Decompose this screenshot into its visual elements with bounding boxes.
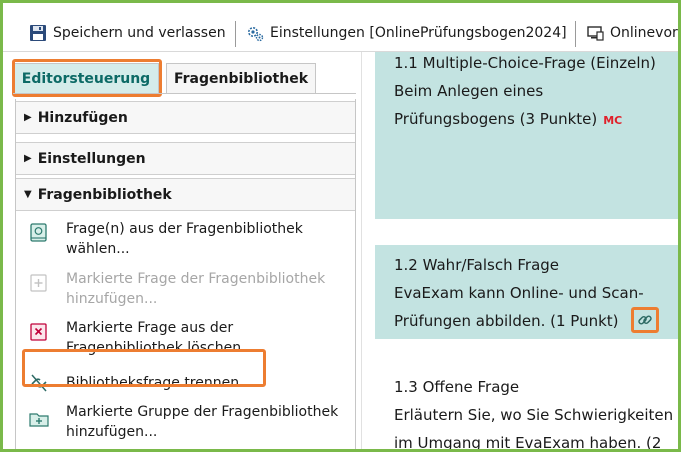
save-and-exit-button[interactable]: Speichern und verlassen	[29, 21, 226, 45]
question-title: 1.1 Multiple-Choice-Frage (Einzeln)	[394, 54, 656, 72]
tab-divider	[13, 93, 356, 94]
triangle-right-icon: ▶	[24, 153, 32, 164]
menu-item-add-marked-group[interactable]: Markierte Gruppe der Fragenbibliothek hi…	[16, 402, 355, 448]
accordion-library[interactable]: ▼ Fragenbibliothek	[16, 178, 355, 211]
delete-from-library-icon	[30, 323, 47, 341]
save-and-exit-label: Speichern und verlassen	[53, 25, 226, 41]
toolbar: Speichern und verlassen Einstellungen [O…	[3, 3, 678, 52]
mc-badge: MC	[603, 114, 623, 127]
question-text: Erläutern Sie, wo Sie Schwierigkeiten	[394, 406, 674, 424]
tab-highlight-frame	[12, 59, 162, 97]
menu-item-text: Markierte Frage aus der	[66, 320, 234, 336]
question-text-line: Prüfungsbogens (3 Punkte) MC	[394, 105, 622, 135]
settings-button[interactable]: Einstellungen [OnlinePrüfungsbogen2024]	[246, 21, 567, 45]
triangle-down-icon: ▼	[24, 189, 32, 200]
question-text: Beim Anlegen eines	[394, 82, 544, 100]
toolbar-separator	[235, 21, 236, 47]
unlink-highlight-frame	[22, 349, 266, 387]
panel-splitter[interactable]	[361, 52, 369, 449]
accordion-settings-label: Einstellungen	[37, 150, 146, 167]
menu-item-text: hinzufügen...	[66, 291, 158, 307]
accordion-library-label: Fragenbibliothek	[37, 186, 172, 203]
toolbar-separator	[575, 21, 576, 47]
menu-item-text: wählen...	[66, 241, 130, 257]
online-preview-label: Onlinevors	[610, 25, 678, 41]
library-book-icon	[30, 223, 47, 242]
menu-item-add-marked-question: Markierte Frage der Fragenbibliothek hin…	[16, 269, 355, 309]
triangle-right-icon: ▶	[24, 112, 32, 123]
menu-item-text: Frage(n) aus der Fragenbibliothek	[66, 221, 303, 237]
accordion-add-label: Hinzufügen	[37, 109, 128, 126]
question-text: EvaExam kann Online- und Scan-	[394, 284, 644, 302]
question-title: 1.3 Offene Frage	[394, 378, 520, 396]
accordion-settings[interactable]: ▶ Einstellungen	[16, 142, 355, 175]
editor-sidebar: Editorsteuerung Fragenbibliothek ▶ Hinzu…	[3, 52, 361, 449]
tab-fragenbibliothek-label: Fragenbibliothek	[173, 70, 309, 87]
floppy-disk-icon	[30, 25, 46, 41]
monitor-icon	[587, 26, 604, 41]
question-text: Prüfungen abbilden. (1 Punkt)	[394, 312, 619, 330]
menu-item-text: Markierte Gruppe der Fragenbibliothek	[66, 404, 339, 420]
chain-link-icon	[638, 315, 652, 325]
menu-item-text: Markierte Frage der Fragenbibliothek	[66, 271, 326, 287]
question-block-2[interactable]: 1.2 Wahr/Falsch Frage EvaExam kann Onlin…	[375, 245, 678, 339]
tab-fragenbibliothek[interactable]: Fragenbibliothek	[166, 63, 316, 93]
question-block-3[interactable]: 1.3 Offene Frage Erläutern Sie, wo Sie S…	[375, 370, 678, 449]
question-text: im Umgang mit EvaExam haben. (2	[394, 434, 662, 449]
gears-icon	[248, 27, 264, 42]
question-block-1[interactable]: 1.1 Multiple-Choice-Frage (Einzeln) Beim…	[375, 52, 678, 219]
online-preview-button[interactable]: Onlinevors	[586, 21, 678, 45]
library-link-indicator[interactable]	[631, 307, 659, 333]
add-group-icon	[29, 413, 49, 427]
question-text: Prüfungsbogens (3 Punkte)	[394, 110, 598, 128]
settings-label: Einstellungen [OnlinePrüfungsbogen2024]	[270, 25, 567, 41]
question-preview: 1.1 Multiple-Choice-Frage (Einzeln) Beim…	[369, 52, 678, 449]
menu-item-choose-from-library[interactable]: Frage(n) aus der Fragenbibliothek wählen…	[16, 219, 355, 259]
app-window: Speichern und verlassen Einstellungen [O…	[3, 3, 678, 449]
menu-item-text: hinzufügen...	[66, 424, 158, 440]
question-title: 1.2 Wahr/Falsch Frage	[394, 256, 560, 274]
accordion-add[interactable]: ▶ Hinzufügen	[16, 101, 355, 134]
add-to-library-icon	[30, 274, 47, 292]
accordion: ▶ Hinzufügen ▶ Einstellungen ▼ Fragenbib…	[15, 99, 356, 449]
